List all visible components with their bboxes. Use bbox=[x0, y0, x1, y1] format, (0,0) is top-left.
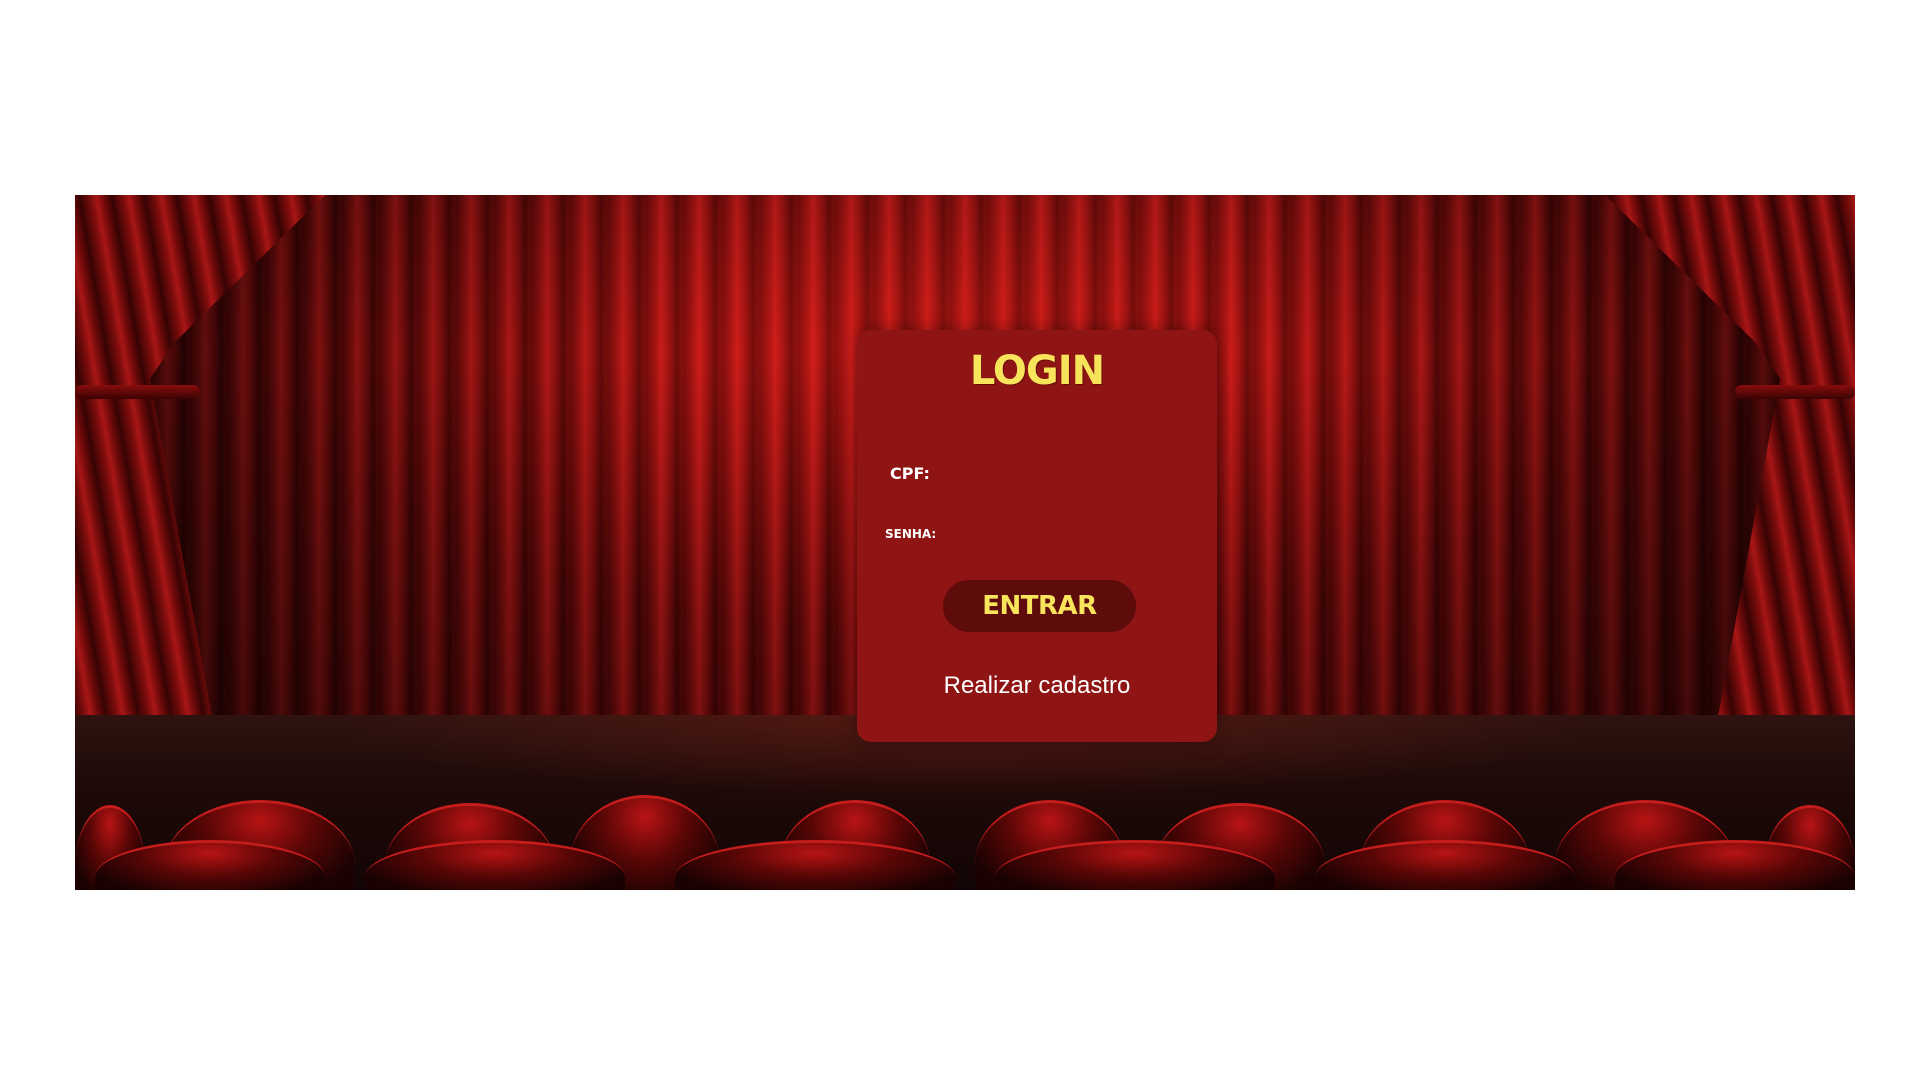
entrar-button[interactable]: ENTRAR bbox=[943, 580, 1136, 632]
senha-input[interactable] bbox=[947, 520, 1191, 552]
right-tieback bbox=[1735, 385, 1855, 399]
seat bbox=[1315, 840, 1575, 890]
theater-seats bbox=[75, 795, 1855, 890]
cpf-input[interactable] bbox=[947, 458, 1191, 490]
left-tieback bbox=[75, 385, 200, 399]
cpf-label: CPF: bbox=[890, 464, 930, 483]
login-card: LOGIN CPF: SENHA: ENTRAR Realizar cadast… bbox=[857, 330, 1217, 742]
login-title: LOGIN bbox=[969, 348, 1105, 394]
register-link[interactable]: Realizar cadastro bbox=[857, 672, 1217, 700]
senha-label: SENHA: bbox=[885, 527, 937, 541]
